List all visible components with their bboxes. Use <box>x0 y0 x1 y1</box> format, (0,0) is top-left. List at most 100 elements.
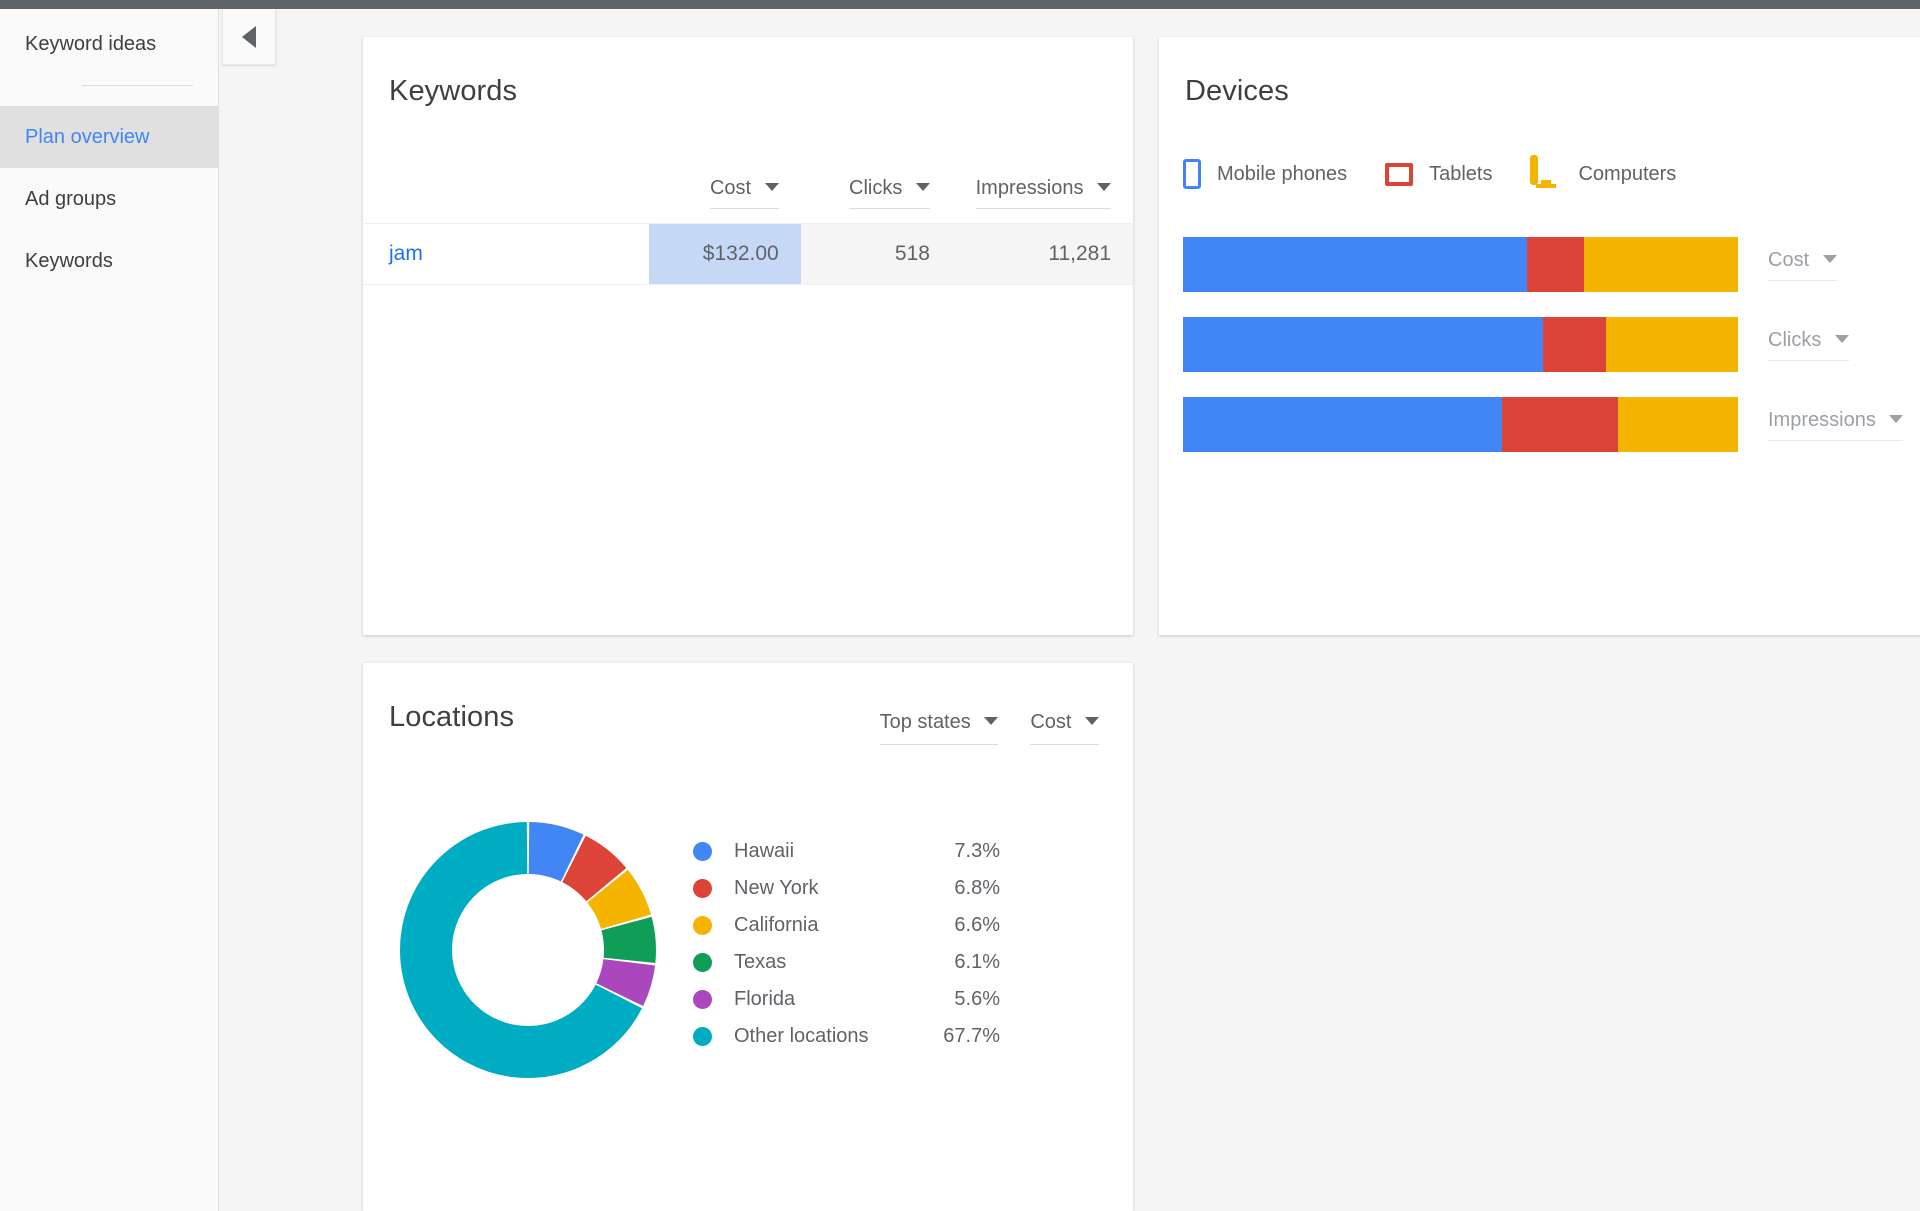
keyword-link[interactable]: jam <box>363 224 649 284</box>
locations-donut-wrap <box>363 803 693 1079</box>
legend-item-computers[interactable]: Computers <box>1530 159 1676 189</box>
clicks-column-header[interactable]: Clicks <box>801 177 952 221</box>
sidebar-item-label: Ad groups <box>25 188 116 211</box>
caret-down-icon <box>1823 255 1837 263</box>
legend-label: California <box>734 914 914 937</box>
bar-segment-mobile-phones <box>1183 237 1527 292</box>
stacked-bar <box>1183 237 1738 292</box>
chevron-left-icon <box>242 26 256 48</box>
mobile-phone-icon <box>1183 159 1201 189</box>
caret-down-icon <box>765 183 779 191</box>
bar-segment-computers <box>1618 397 1738 452</box>
legend-label: Florida <box>734 988 914 1011</box>
legend-color-dot <box>693 1027 712 1046</box>
legend-label: New York <box>734 877 914 900</box>
sidebar-divider <box>82 85 193 86</box>
list-item[interactable]: Other locations67.7% <box>693 1018 1000 1055</box>
legend-item-tablets[interactable]: Tablets <box>1385 163 1492 186</box>
list-item[interactable]: Texas6.1% <box>693 944 1000 981</box>
legend-value: 6.8% <box>914 877 1000 900</box>
bar-segment-tablets <box>1527 237 1584 292</box>
legend-label: Texas <box>734 951 914 974</box>
stacked-bar <box>1183 397 1738 452</box>
caret-down-icon <box>1097 183 1111 191</box>
caret-down-icon <box>1889 415 1903 423</box>
list-item[interactable]: Florida5.6% <box>693 981 1000 1018</box>
locations-card: Locations Top states Cost Hawaii7.3%New … <box>363 663 1133 1211</box>
legend-color-dot <box>693 916 712 935</box>
device-metric-label: Cost <box>1768 249 1809 271</box>
sidebar-item-plan-overview[interactable]: Plan overview <box>0 106 218 168</box>
device-bar-row-cost: Cost <box>1183 237 1920 292</box>
legend-item-mobile-phones[interactable]: Mobile phones <box>1183 159 1347 189</box>
sidebar-item-label: Keywords <box>25 250 113 273</box>
legend-value: 7.3% <box>914 840 1000 863</box>
device-bar-row-clicks: Clicks <box>1183 317 1920 372</box>
sidebar-item-keywords[interactable]: Keywords <box>0 230 218 292</box>
bar-segment-computers <box>1584 237 1738 292</box>
top-bar <box>0 0 1920 9</box>
caret-down-icon <box>984 717 998 725</box>
devices-bar-chart: Cost Clicks <box>1183 237 1920 477</box>
list-item[interactable]: California6.6% <box>693 907 1000 944</box>
device-metric-clicks-dropdown[interactable]: Clicks <box>1768 329 1849 361</box>
legend-value: 67.7% <box>914 1025 1000 1048</box>
keywords-table-header: Cost Clicks Impressions <box>363 157 1133 221</box>
sidebar-item-keyword-ideas[interactable]: Keyword ideas <box>0 9 218 79</box>
stacked-bar <box>1183 317 1738 372</box>
legend-label: Other locations <box>734 1025 914 1048</box>
legend-label: Tablets <box>1429 163 1492 186</box>
sidebar-collapse-button[interactable] <box>222 9 276 65</box>
caret-down-icon <box>1085 717 1099 725</box>
plan-overview-page: Keyword ideas Plan overview Ad groups Ke… <box>0 0 1920 1211</box>
list-item[interactable]: New York6.8% <box>693 870 1000 907</box>
tablet-icon <box>1385 163 1413 186</box>
device-metric-label: Impressions <box>1768 409 1876 431</box>
legend-label: Hawaii <box>734 840 914 863</box>
device-metric-cost-dropdown[interactable]: Cost <box>1768 249 1837 281</box>
locations-metric-label: Cost <box>1030 711 1071 733</box>
cost-column-header[interactable]: Cost <box>649 177 800 221</box>
impressions-column-label: Impressions <box>976 177 1084 199</box>
list-item[interactable]: Hawaii7.3% <box>693 833 1000 870</box>
top-states-dropdown[interactable]: Top states <box>880 711 999 745</box>
clicks-column-label: Clicks <box>849 177 902 199</box>
locations-metric-dropdown[interactable]: Cost <box>1030 711 1099 745</box>
legend-value: 6.1% <box>914 951 1000 974</box>
locations-legend: Hawaii7.3%New York6.8%California6.6%Texa… <box>693 803 1000 1055</box>
impressions-column-header[interactable]: Impressions <box>952 177 1133 221</box>
legend-label: Computers <box>1578 163 1676 186</box>
devices-legend: Mobile phones Tablets Computers <box>1183 159 1714 189</box>
legend-color-dot <box>693 953 712 972</box>
legend-label: Mobile phones <box>1217 163 1347 186</box>
device-metric-impressions-dropdown[interactable]: Impressions <box>1768 409 1903 441</box>
bar-segment-computers <box>1606 317 1738 372</box>
legend-color-dot <box>693 990 712 1009</box>
sidebar-nav-list: Plan overview Ad groups Keywords <box>0 106 218 292</box>
impressions-cell: 11,281 <box>952 224 1133 284</box>
card-title: Devices <box>1185 75 1289 108</box>
cost-column-label: Cost <box>710 177 751 199</box>
legend-color-dot <box>693 879 712 898</box>
bar-segment-tablets <box>1502 397 1618 452</box>
keywords-card: Keywords Cost Clicks <box>363 37 1133 635</box>
device-metric-label: Clicks <box>1768 329 1821 351</box>
bar-segment-mobile-phones <box>1183 317 1543 372</box>
caret-down-icon <box>916 183 930 191</box>
content-area: Keywords Cost Clicks <box>219 9 1920 1211</box>
table-row[interactable]: jam $132.00 518 11,281 <box>363 223 1133 285</box>
caret-down-icon <box>1835 335 1849 343</box>
legend-value: 6.6% <box>914 914 1000 937</box>
devices-card: Devices Mobile phones Tablets Computers <box>1159 37 1920 635</box>
sidebar: Keyword ideas Plan overview Ad groups Ke… <box>0 9 219 1211</box>
locations-controls: Top states Cost <box>880 711 1099 745</box>
locations-chart-body: Hawaii7.3%New York6.8%California6.6%Texa… <box>363 803 1133 1079</box>
computer-icon <box>1530 159 1562 189</box>
legend-color-dot <box>693 842 712 861</box>
locations-donut-chart <box>399 821 657 1079</box>
clicks-cell: 518 <box>801 224 952 284</box>
card-title: Locations <box>389 701 514 734</box>
sidebar-item-ad-groups[interactable]: Ad groups <box>0 168 218 230</box>
sidebar-item-label: Plan overview <box>25 126 150 149</box>
bar-segment-tablets <box>1543 317 1606 372</box>
